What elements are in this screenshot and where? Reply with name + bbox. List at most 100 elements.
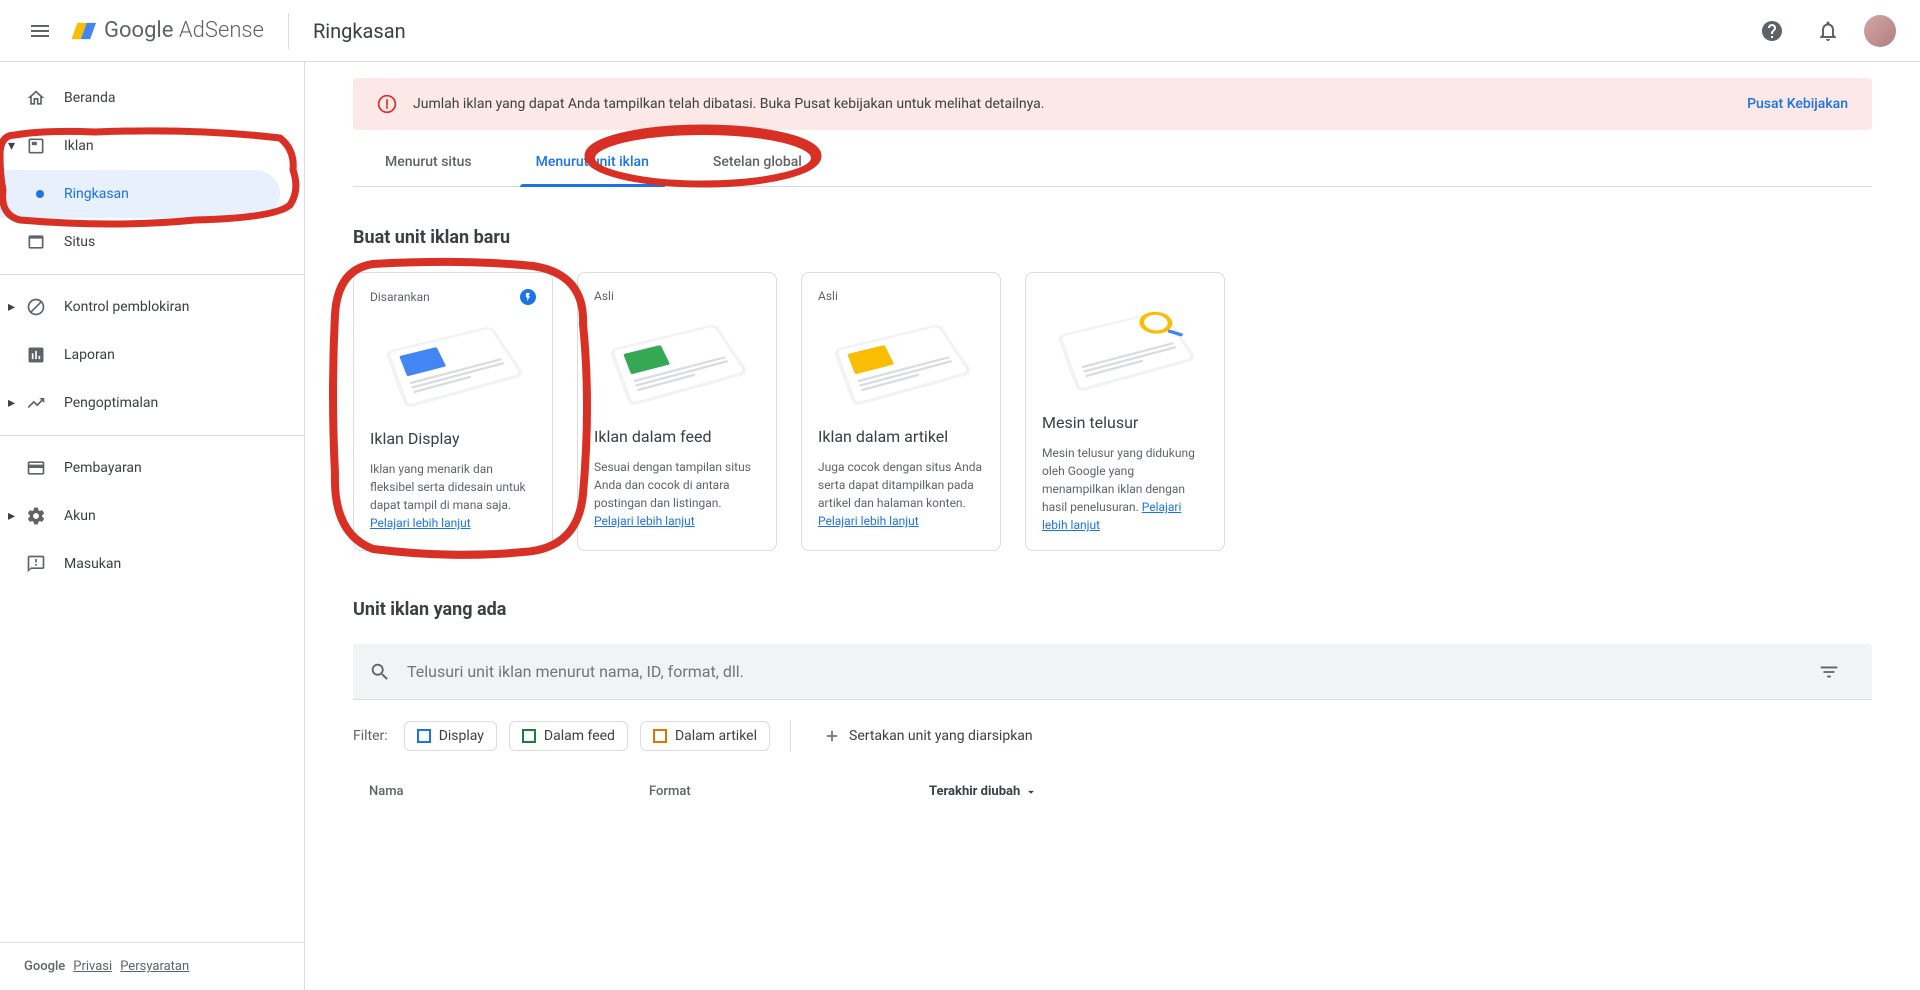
search-icon xyxy=(369,661,391,683)
card-iklan-dalam-feed[interactable]: Asli Iklan dalam feed Sesuai dengan tamp… xyxy=(577,272,777,551)
card-desc: Mesin telusur yang didukung oleh Google … xyxy=(1042,444,1208,534)
archive-label: Sertakan unit yang diarsipkan xyxy=(849,728,1033,744)
ad-icon xyxy=(24,134,48,158)
filter-divider xyxy=(790,720,791,752)
product-name: Google AdSense xyxy=(104,18,264,43)
nav-label: Iklan xyxy=(64,138,94,154)
swatch-icon xyxy=(522,729,536,743)
nav-label: Laporan xyxy=(64,347,115,363)
trending-icon xyxy=(24,391,48,415)
policy-alert: Jumlah iklan yang dapat Anda tampilkan t… xyxy=(353,78,1872,130)
nav-label: Kontrol pemblokiran xyxy=(64,299,190,315)
chip-dalam-feed[interactable]: Dalam feed xyxy=(509,721,628,751)
nav-label: Masukan xyxy=(64,556,121,572)
nav-laporan[interactable]: Laporan xyxy=(0,331,304,379)
card-desc: Iklan yang menarik dan fleksibel serta d… xyxy=(370,460,536,532)
arrow-down-icon xyxy=(1024,785,1038,799)
menu-button[interactable] xyxy=(16,7,64,55)
feedback-icon xyxy=(24,552,48,576)
error-icon xyxy=(377,94,397,114)
card-desc: Sesuai dengan tampilan situs Anda dan co… xyxy=(594,458,760,530)
learn-more-link[interactable]: Pelajari lebih lanjut xyxy=(370,516,471,530)
page-title: Ringkasan xyxy=(313,19,406,43)
card-iklan-dalam-artikel[interactable]: Asli Iklan dalam artikel Juga cocok deng… xyxy=(801,272,1001,551)
learn-more-link[interactable]: Pelajari lebih lanjut xyxy=(594,514,695,528)
sidebar: Beranda ▾ Iklan Ringkasan Situs ▸ Kontro… xyxy=(0,62,305,990)
chip-label: Dalam feed xyxy=(544,728,615,744)
nav-ringkasan[interactable]: Ringkasan xyxy=(0,170,280,218)
include-archived-button[interactable]: Sertakan unit yang diarsipkan xyxy=(811,721,1045,751)
privacy-link[interactable]: Privasi xyxy=(73,959,112,974)
card-illustration xyxy=(594,311,760,411)
filter-row: Filter: Display Dalam feed Dalam artikel… xyxy=(353,720,1872,752)
nav-beranda[interactable]: Beranda xyxy=(0,74,304,122)
nav-label: Beranda xyxy=(64,90,115,106)
column-nama[interactable]: Nama xyxy=(369,784,649,799)
help-button[interactable] xyxy=(1752,11,1792,51)
account-avatar[interactable] xyxy=(1864,15,1896,47)
card-illustration xyxy=(370,313,536,413)
nav-situs[interactable]: Situs xyxy=(0,218,304,266)
home-icon xyxy=(24,86,48,110)
tab-menurut-situs[interactable]: Menurut situs xyxy=(353,138,504,186)
table-header: Nama Format Terakhir diubah xyxy=(353,784,1872,811)
bell-icon xyxy=(1816,19,1840,43)
nav-masukan[interactable]: Masukan xyxy=(0,540,304,588)
product-logo[interactable]: Google AdSense xyxy=(68,17,264,45)
block-icon xyxy=(24,295,48,319)
caret-down-icon: ▾ xyxy=(8,138,18,154)
card-illustration xyxy=(818,311,984,411)
nav-pembayaran[interactable]: Pembayaran xyxy=(0,444,304,492)
chip-label: Display xyxy=(439,728,484,744)
column-format[interactable]: Format xyxy=(649,784,929,799)
learn-more-link[interactable]: Pelajari lebih lanjut xyxy=(818,514,919,528)
help-icon xyxy=(1760,19,1784,43)
card-title: Iklan dalam artikel xyxy=(818,427,984,446)
card-illustration xyxy=(1042,297,1208,397)
nav-label: Pembayaran xyxy=(64,460,142,476)
existing-section-heading: Unit iklan yang ada xyxy=(353,599,1872,620)
nav-label: Ringkasan xyxy=(64,186,129,202)
caret-right-icon: ▸ xyxy=(8,299,18,315)
tab-setelan-global[interactable]: Setelan global xyxy=(681,138,834,186)
card-mesin-telusur[interactable]: Mesin telusur Mesin telusur yang didukun… xyxy=(1025,272,1225,551)
card-title: Mesin telusur xyxy=(1042,413,1208,432)
nav-divider xyxy=(0,274,304,275)
card-badge: Asli xyxy=(594,289,760,303)
nav-akun[interactable]: ▸ Akun xyxy=(0,492,304,540)
active-dot-icon xyxy=(36,190,44,198)
policy-center-link[interactable]: Pusat Kebijakan xyxy=(1747,96,1848,112)
alert-text: Jumlah iklan yang dapat Anda tampilkan t… xyxy=(413,96,1747,112)
recommended-icon xyxy=(520,289,536,305)
adsense-logo-icon xyxy=(68,17,96,45)
sidebar-footer: Google Privasi Persyaratan xyxy=(0,942,304,990)
nav-divider xyxy=(0,435,304,436)
nav-pengoptimalan[interactable]: ▸ Pengoptimalan xyxy=(0,379,304,427)
swatch-icon xyxy=(653,729,667,743)
card-title: Iklan dalam feed xyxy=(594,427,760,446)
swatch-icon xyxy=(417,729,431,743)
card-iklan-display[interactable]: Disarankan Iklan Display Iklan yang mena… xyxy=(353,272,553,551)
chip-dalam-artikel[interactable]: Dalam artikel xyxy=(640,721,770,751)
chip-display[interactable]: Display xyxy=(404,721,497,751)
chart-icon xyxy=(24,343,48,367)
card-badge: Asli xyxy=(818,289,984,303)
plus-icon xyxy=(823,727,841,745)
column-terakhir-diubah[interactable]: Terakhir diubah xyxy=(929,784,1038,799)
create-section-heading: Buat unit iklan baru xyxy=(353,227,1872,248)
filter-icon[interactable] xyxy=(1818,661,1840,683)
card-desc: Juga cocok dengan situs Anda serta dapat… xyxy=(818,458,984,530)
terms-link[interactable]: Persyaratan xyxy=(120,959,189,974)
chip-label: Dalam artikel xyxy=(675,728,757,744)
tab-menurut-unit-iklan[interactable]: Menurut unit iklan xyxy=(504,138,681,186)
payment-icon xyxy=(24,456,48,480)
nav-kontrol-pemblokiran[interactable]: ▸ Kontrol pemblokiran xyxy=(0,283,304,331)
tabs: Menurut situs Menurut unit iklan Setelan… xyxy=(353,138,1872,187)
card-badge: Disarankan xyxy=(370,289,536,305)
nav-label: Akun xyxy=(64,508,96,524)
caret-right-icon: ▸ xyxy=(8,395,18,411)
search-input[interactable] xyxy=(407,662,1818,681)
ad-unit-cards: Disarankan Iklan Display Iklan yang mena… xyxy=(353,272,1872,551)
notifications-button[interactable] xyxy=(1808,11,1848,51)
nav-iklan[interactable]: ▾ Iklan xyxy=(0,122,304,170)
